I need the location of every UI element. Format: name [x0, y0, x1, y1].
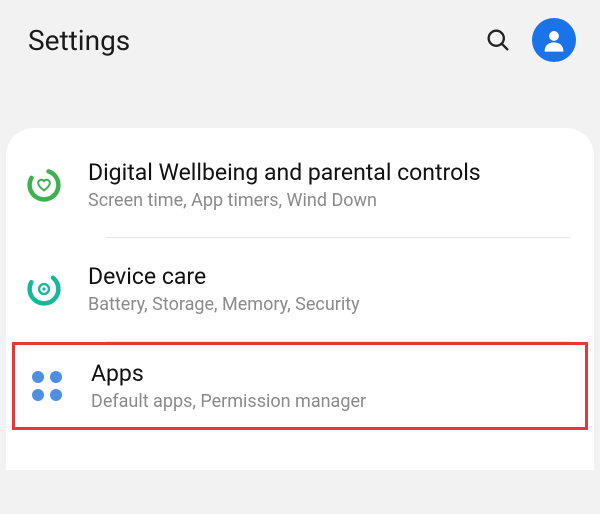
highlighted-item: Apps Default apps, Permission manager — [12, 342, 588, 431]
apps-icon — [27, 366, 67, 406]
settings-item-text: Digital Wellbeing and parental controls … — [88, 158, 572, 213]
settings-list: Digital Wellbeing and parental controls … — [6, 128, 594, 470]
person-icon — [540, 26, 568, 54]
settings-item-subtitle: Screen time, App timers, Wind Down — [88, 189, 572, 212]
settings-item-title: Apps — [91, 359, 569, 388]
settings-item-text: Apps Default apps, Permission manager — [91, 359, 569, 414]
wellbeing-icon — [24, 165, 64, 205]
settings-item-device-care[interactable]: Device care Battery, Storage, Memory, Se… — [6, 238, 594, 341]
settings-item-subtitle: Battery, Storage, Memory, Security — [88, 293, 572, 316]
settings-item-apps[interactable]: Apps Default apps, Permission manager — [27, 359, 569, 414]
settings-header: Settings — [0, 0, 600, 80]
settings-item-title: Digital Wellbeing and parental controls — [88, 158, 572, 187]
device-care-icon — [24, 269, 64, 309]
settings-item-title: Device care — [88, 262, 572, 291]
page-title: Settings — [28, 24, 464, 57]
search-icon — [484, 26, 512, 54]
search-button[interactable] — [476, 18, 520, 62]
settings-item-text: Device care Battery, Storage, Memory, Se… — [88, 262, 572, 317]
settings-item-subtitle: Default apps, Permission manager — [91, 390, 569, 413]
settings-item-digital-wellbeing[interactable]: Digital Wellbeing and parental controls … — [6, 134, 594, 237]
account-avatar[interactable] — [532, 18, 576, 62]
